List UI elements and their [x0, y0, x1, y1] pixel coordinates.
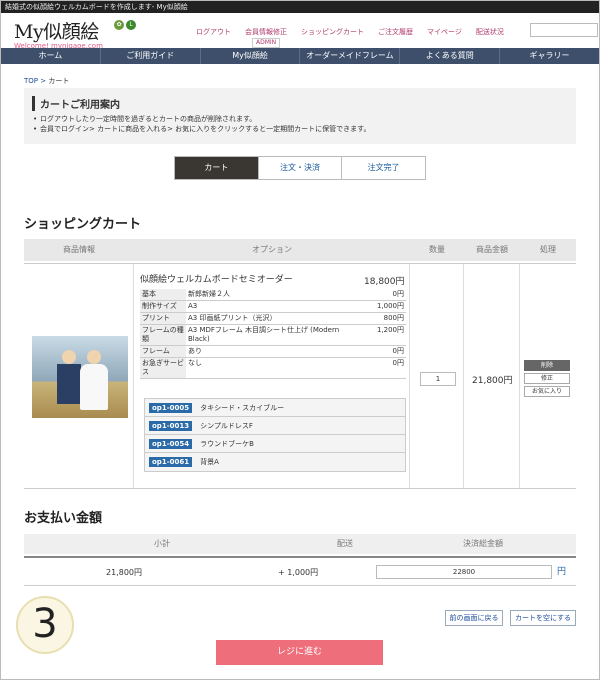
edit-button[interactable]: 修正: [524, 373, 570, 384]
option-row: フレーム あり 0円: [140, 345, 406, 358]
admin-link[interactable]: ADMIN: [252, 38, 281, 48]
bride-head: [87, 350, 101, 364]
level-badge: L: [126, 20, 136, 30]
header-links: ログアウト 会員情報修正 ショッピングカート ご注文履歴 マイページ 配送状況: [196, 27, 518, 37]
col-actions: 処理: [540, 245, 556, 254]
logout-link[interactable]: ログアウト: [196, 27, 231, 37]
sub-option-code: op1-0013: [149, 420, 193, 431]
breadcrumb-separator: >: [40, 77, 47, 85]
cart-notice-box: カートご利用案内 ログアウトしたり一定時間を過ぎるとカートの商品が削除されます。…: [24, 88, 576, 144]
option-row: 制作サイズ A3 1,000円: [140, 300, 406, 313]
step-order-payment[interactable]: 注文・決済: [258, 157, 343, 179]
option-row: プリント A3 印画紙プリント（光沢） 800円: [140, 312, 406, 325]
total-amount-field[interactable]: 22800: [376, 565, 552, 579]
logo-badges: ✿ L: [114, 20, 136, 30]
option-row: お急ぎサービス なし 0円: [140, 357, 406, 379]
option-table: 基本 新郎新婦２人 0円 制作サイズ A3 1,000円 プリント A3 印画紙プリント（…: [140, 289, 406, 379]
logo-title: My似顔絵: [14, 21, 99, 43]
nav-faq[interactable]: よくある質問: [400, 48, 501, 64]
col-product: 商品情報: [63, 245, 95, 254]
sub-option-item: op1-0005 タキシード・スカイブルー: [145, 399, 405, 417]
sub-option-item: op1-0013 シンプルドレスF: [145, 417, 405, 435]
sub-option-list: op1-0005 タキシード・スカイブルー op1-0013 シンプルドレスF op…: [144, 398, 406, 472]
nav-custom-frame[interactable]: オーダーメイドフレーム: [300, 48, 401, 64]
col-subtotal: 小計: [154, 539, 170, 548]
payment-table-header: 小計 配送 決済総金額: [24, 534, 576, 554]
nav-guide[interactable]: ご利用ガイド: [101, 48, 201, 64]
notice-item: 会員でログイン> カートに商品を入れる> お気に入りをクリックすると一定期間カー…: [32, 124, 568, 134]
payment-heading: お支払い金額: [24, 511, 103, 526]
product-thumbnail[interactable]: [32, 336, 128, 418]
line-amount: 21,800円: [472, 376, 513, 386]
notice-title: カートご利用案内: [32, 96, 568, 111]
mypage-link[interactable]: マイページ: [427, 27, 462, 37]
checkout-steps: カート 注文・決済 注文完了: [174, 156, 426, 180]
col-shipping: 配送: [337, 539, 353, 548]
top-announcement-bar: 結婚式の似顔絵ウェルカムボードを作成します- My似顔絵: [1, 1, 599, 13]
main-nav: ホーム ご利用ガイド My似顔絵 オーダーメイドフレーム よくある質問 ギャラリ…: [1, 48, 599, 64]
cart-heading: ショッピングカート: [24, 217, 142, 232]
favorite-button[interactable]: お気に入り: [524, 386, 570, 397]
leaf-icon: ✿: [114, 20, 124, 30]
step-number-badge: 3: [16, 596, 74, 654]
cart-row: 似顔絵ウェルカムボードセミオーダー 18,800円 基本 新郎新婦２人 0円 制作サ…: [24, 263, 576, 489]
delete-button[interactable]: 削除: [524, 360, 570, 371]
sub-option-code: op1-0061: [149, 457, 193, 467]
delivery-status-link[interactable]: 配送状況: [476, 27, 504, 37]
checkout-button[interactable]: レジに進む: [216, 640, 383, 665]
nav-my-nigaoe[interactable]: My似顔絵: [201, 48, 301, 64]
order-history-link[interactable]: ご注文履歴: [378, 27, 413, 37]
sub-option-code: op1-0005: [149, 402, 193, 413]
member-edit-link[interactable]: 会員情報修正: [245, 27, 287, 37]
search-input[interactable]: [530, 23, 598, 37]
quantity-input[interactable]: 1: [420, 372, 456, 386]
col-quantity: 数量: [429, 245, 445, 254]
bride-dress: [80, 364, 108, 410]
step-complete[interactable]: 注文完了: [342, 157, 426, 179]
col-amount: 商品金額: [476, 245, 508, 254]
option-row: 基本 新郎新婦２人 0円: [140, 289, 406, 301]
empty-cart-button[interactable]: カートを空にする: [510, 610, 576, 626]
nav-home[interactable]: ホーム: [1, 48, 101, 64]
breadcrumb-top[interactable]: TOP: [24, 77, 38, 85]
shopping-cart-link[interactable]: ショッピングカート: [301, 27, 364, 37]
sub-option-item: op1-0054 ラウンドブーケB: [145, 435, 405, 453]
breadcrumb: TOP > カート: [24, 76, 69, 86]
sub-option-code: op1-0054: [149, 438, 193, 449]
back-button[interactable]: 前の画面に戻る: [445, 610, 503, 626]
product-price: 18,800円: [364, 277, 405, 287]
notice-item: ログアウトしたり一定時間を過ぎるとカートの商品が削除されます。: [32, 114, 568, 124]
nav-gallery[interactable]: ギャラリー: [500, 48, 599, 64]
col-option: オプション: [252, 245, 292, 254]
col-total: 決済総金額: [463, 539, 503, 548]
groom-body: [57, 364, 81, 404]
step-cart: カート: [175, 157, 259, 179]
groom-head: [62, 350, 76, 364]
option-row: フレームの種類 A3 MDFフレーム 木目調シート仕上げ (Modern Blac…: [140, 324, 406, 346]
sub-option-item: op1-0061 背景A: [145, 453, 405, 471]
site-logo[interactable]: My似顔絵 Welcome! mynigaoe.com: [14, 17, 103, 50]
total-currency: 円: [557, 567, 567, 577]
subtotal-value: 21,800円: [106, 568, 142, 577]
cart-table-header: 商品情報 オプション 数量 商品金額 処理: [24, 239, 576, 261]
breadcrumb-current: カート: [48, 77, 70, 85]
product-name: 似顔絵ウェルカムボードセミオーダー: [140, 275, 293, 285]
shipping-value: + 1,000円: [278, 568, 319, 577]
